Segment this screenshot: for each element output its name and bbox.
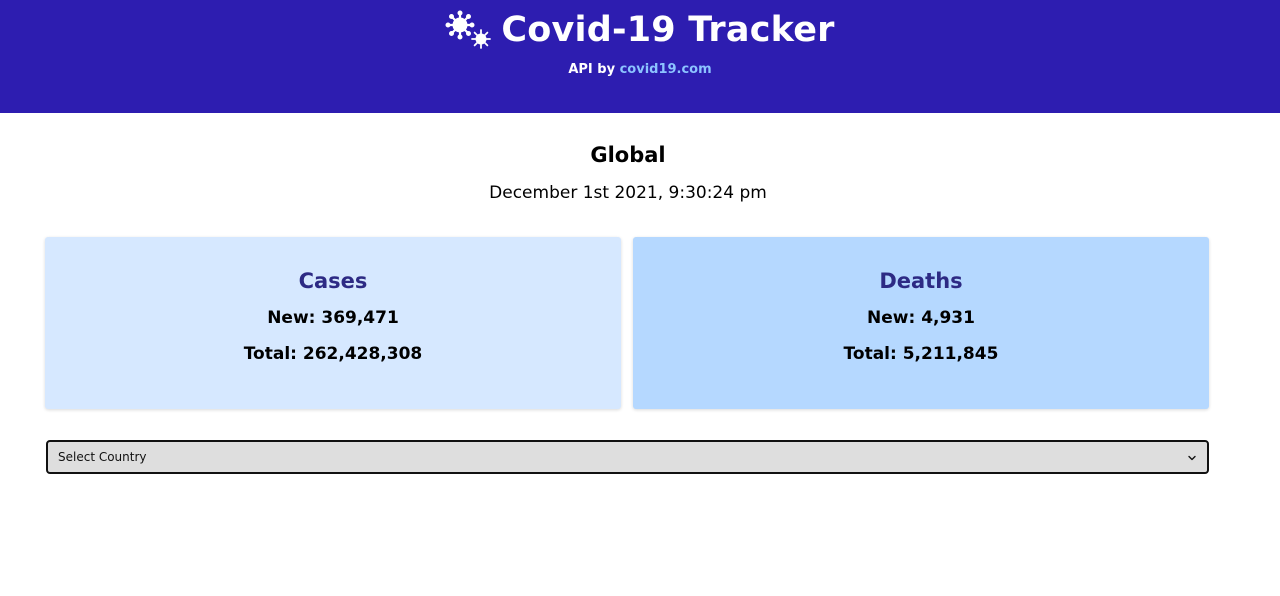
country-select[interactable]: Select Country — [46, 440, 1209, 474]
cases-total-value: Total: 262,428,308 — [243, 344, 423, 364]
api-credit: API by covid19.com — [0, 62, 1280, 77]
api-link[interactable]: covid19.com — [620, 62, 712, 77]
title-row: Covid-19 Tracker — [0, 8, 1280, 52]
api-credit-prefix: API by — [568, 62, 616, 77]
cases-card-title: Cases — [298, 269, 368, 293]
deaths-card: Deaths New: 4,931 Total: 5,211,845 — [633, 237, 1209, 409]
region-heading: Global — [590, 143, 666, 167]
cases-card: Cases New: 369,471 Total: 262,428,308 — [45, 237, 621, 409]
deaths-total-value: Total: 5,211,845 — [843, 344, 999, 364]
deaths-new-value: New: 4,931 — [867, 308, 975, 328]
deaths-card-title: Deaths — [879, 269, 963, 293]
last-updated-timestamp: December 1st 2021, 9:30:24 pm — [489, 183, 767, 203]
chevron-down-icon — [1187, 452, 1197, 462]
country-select-value: Select Country — [58, 450, 147, 464]
cases-new-value: New: 369,471 — [267, 308, 399, 328]
app-title: Covid-19 Tracker — [501, 10, 835, 50]
virus-icon — [445, 10, 493, 50]
app-header: Covid-19 Tracker API by covid19.com — [0, 0, 1280, 113]
